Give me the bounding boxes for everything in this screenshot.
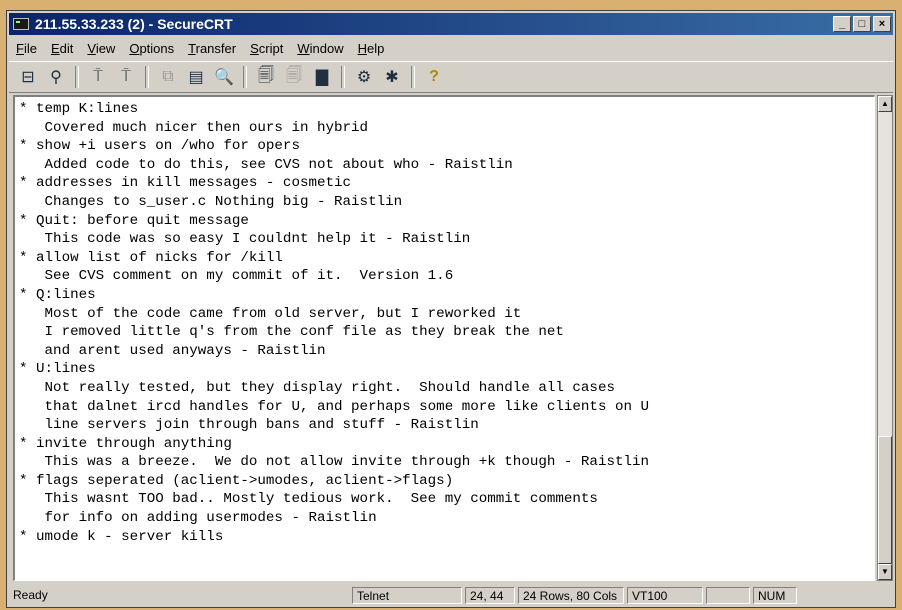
disconnect-icon[interactable]: ⍑ (87, 66, 109, 88)
terminal-line: * Quit: before quit message (19, 212, 249, 229)
find-icon[interactable]: 🔍 (213, 66, 235, 88)
terminal-screen[interactable]: * temp K:lines Covered much nicer then o… (13, 95, 875, 581)
menu-window[interactable]: Window (290, 41, 350, 56)
terminal-line: This wasnt TOO bad.. Mostly tedious work… (19, 491, 598, 508)
paste-icon[interactable]: ▤ (185, 66, 207, 88)
scrollbar-thumb[interactable] (878, 436, 892, 564)
status-num-lock: NUM (753, 586, 797, 604)
terminal-line: for info on adding usermodes - Raistlin (19, 510, 377, 527)
securecrt-window: 211.55.33.233 (2) - SecureCRT _ □ × File… (6, 10, 896, 608)
toolbar-separator (243, 66, 247, 88)
terminal-line: This was a breeze. We do not allow invit… (19, 454, 650, 471)
print-icon[interactable]: 🗐 (255, 66, 277, 88)
terminal-line: * show +i users on /who for opers (19, 138, 300, 155)
toolbar-separator (145, 66, 149, 88)
terminal-line: * Q:lines (19, 286, 96, 303)
session-options-icon[interactable]: ⚙ (353, 66, 375, 88)
terminal-line: * umode k - server kills (19, 528, 224, 545)
menu-edit[interactable]: Edit (44, 41, 80, 56)
printer-icon[interactable]: ▇ (311, 66, 333, 88)
menu-help[interactable]: Help (351, 41, 392, 56)
window-title: 211.55.33.233 (2) - SecureCRT (35, 16, 233, 32)
terminal-app-icon[interactable] (13, 18, 29, 30)
terminal-line: Covered much nicer then ours in hybrid (19, 119, 369, 136)
status-emulation: VT100 (627, 586, 703, 604)
terminal-line: * invite through anything (19, 435, 232, 452)
terminal-output: * temp K:lines Covered much nicer then o… (15, 97, 874, 546)
status-terminal-size: 24 Rows, 80 Cols (518, 586, 624, 604)
status-bar: Ready Telnet 24, 44 24 Rows, 80 Cols VT1… (9, 585, 893, 605)
terminal-line: * flags seperated (aclient->umodes, acli… (19, 472, 454, 489)
menu-options[interactable]: Options (122, 41, 181, 56)
terminal-line: Added code to do this, see CVS not about… (19, 156, 513, 173)
maximize-button[interactable]: □ (853, 16, 871, 32)
minimize-button[interactable]: _ (833, 16, 851, 32)
toolbar-separator (411, 66, 415, 88)
toolbar-separator (75, 66, 79, 88)
terminal-line: line servers join through bans and stuff… (19, 417, 479, 434)
terminal-line: * addresses in kill messages - cosmetic (19, 175, 352, 192)
status-blank-pane (706, 586, 750, 604)
terminal-line: I removed little q's from the conf file … (19, 324, 564, 341)
help-icon[interactable]: ? (423, 66, 445, 88)
scroll-down-arrow-icon[interactable]: ▼ (878, 564, 892, 580)
connect-icon[interactable]: ⊟ (17, 66, 39, 88)
terminal-line: * temp K:lines (19, 101, 139, 117)
terminal-line: See CVS comment on my commit of it. Vers… (19, 268, 454, 285)
reconnect-icon[interactable]: ⍑ (115, 66, 137, 88)
terminal-line: that dalnet ircd handles for U, and perh… (19, 398, 650, 415)
menu-file[interactable]: File (9, 41, 44, 56)
menu-transfer[interactable]: Transfer (181, 41, 243, 56)
terminal-line: Most of the code came from old server, b… (19, 305, 522, 322)
print-selection-icon[interactable]: 🗐 (283, 66, 305, 88)
toolbar-separator (341, 66, 345, 88)
copy-icon[interactable]: ⧉ (157, 66, 179, 88)
close-button[interactable]: × (873, 16, 891, 32)
title-bar[interactable]: 211.55.33.233 (2) - SecureCRT _ □ × (9, 13, 893, 35)
status-cursor-position: 24, 44 (465, 586, 515, 604)
menu-bar: File Edit View Options Transfer Script W… (9, 37, 893, 59)
terminal-line: and arent used anyways - Raistlin (19, 342, 326, 359)
terminal-line: * U:lines (19, 361, 96, 378)
terminal-line: Changes to s_user.c Nothing big - Raistl… (19, 193, 403, 210)
keymap-icon[interactable]: ✱ (381, 66, 403, 88)
scroll-up-arrow-icon[interactable]: ▲ (878, 96, 892, 112)
menu-view[interactable]: View (80, 41, 122, 56)
quick-connect-icon[interactable]: ⚲ (45, 66, 67, 88)
terminal-line: * allow list of nicks for /kill (19, 249, 283, 266)
terminal-line: Not really tested, but they display righ… (19, 379, 615, 396)
status-ready: Ready (13, 587, 48, 602)
vertical-scrollbar[interactable]: ▲ ▼ (877, 95, 893, 581)
toolbar: ⊟ ⚲ ⍑ ⍑ ⧉ ▤ 🔍 🗐 🗐 ▇ ⚙ ✱ ? (9, 61, 893, 93)
status-protocol: Telnet (352, 586, 462, 604)
menu-script[interactable]: Script (243, 41, 290, 56)
terminal-line: This code was so easy I couldnt help it … (19, 231, 471, 248)
